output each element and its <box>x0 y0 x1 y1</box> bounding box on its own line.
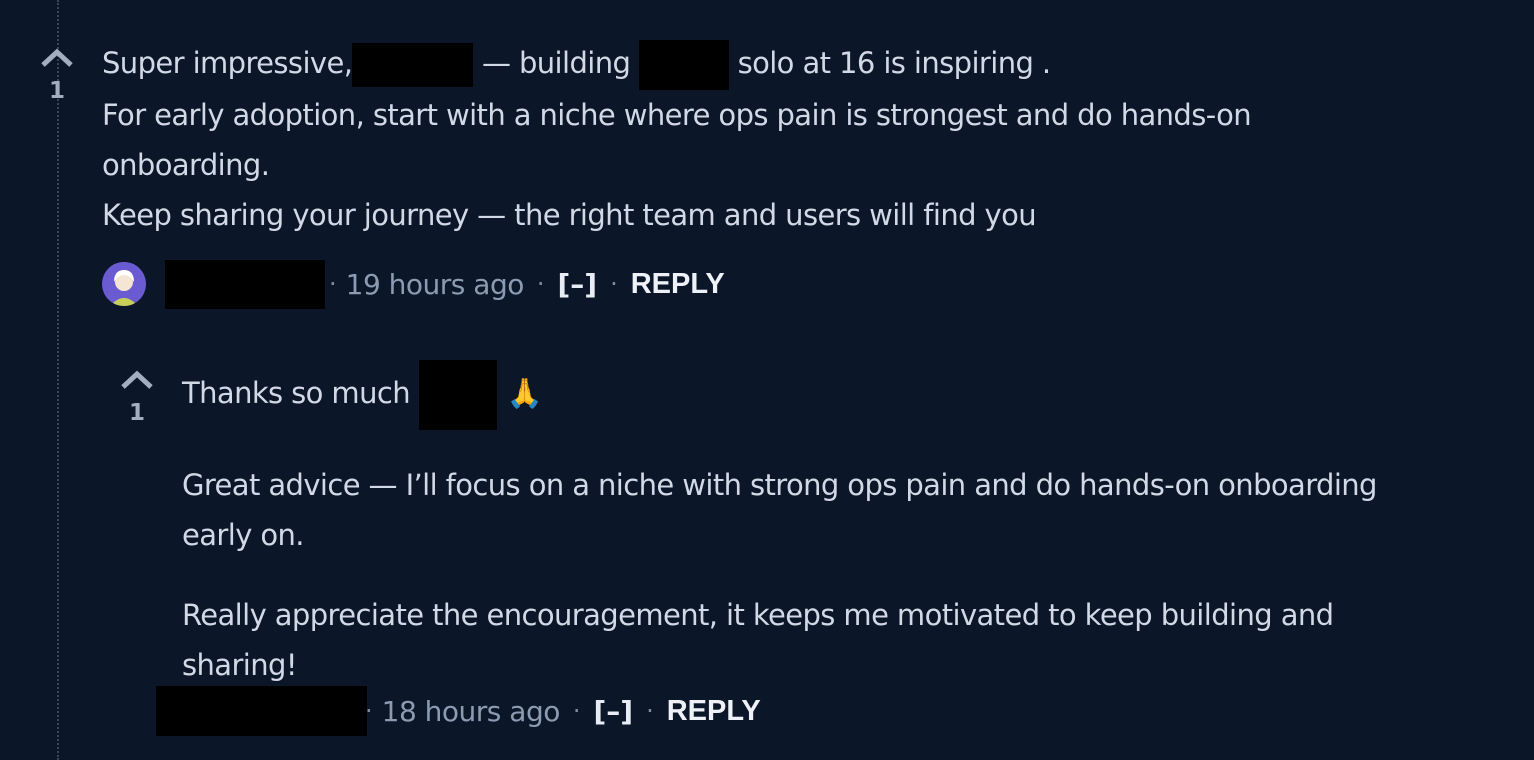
comment-line: Super impressive, — building solo at 16 … <box>102 38 1251 90</box>
comment-timestamp[interactable]: 19 hours ago <box>346 268 525 301</box>
comment-parent: 1 Super impressive, — building solo at 1… <box>0 0 1534 330</box>
vote-count: 1 <box>128 400 145 426</box>
comment-reply: 1 Thanks so much 🙏 Great advice — I’ll f… <box>0 330 1534 760</box>
reply-button[interactable]: REPLY <box>631 268 725 301</box>
comment-line: For early adoption, start with a niche w… <box>102 98 1252 132</box>
comment-line: Really appreciate the encouragement, it … <box>182 598 1334 632</box>
upvote-arrow-icon[interactable] <box>120 370 154 390</box>
comment-text: — building <box>473 46 639 80</box>
comment-text: Thanks so much <box>182 376 419 410</box>
collapse-toggle[interactable]: [–] <box>558 268 598 301</box>
vote-count: 1 <box>48 78 65 104</box>
comment-timestamp[interactable]: 18 hours ago <box>382 695 561 728</box>
comment-text: solo at 16 is inspiring . <box>728 46 1052 80</box>
comment-body: Super impressive, — building solo at 16 … <box>102 38 1252 240</box>
praying-hands-emoji-icon: 🙏 <box>506 376 543 410</box>
vote-column: 1 <box>37 48 77 104</box>
comment-line: onboarding. <box>102 148 270 182</box>
comment-meta: · 18 hours ago · [–] · REPLY <box>156 686 761 736</box>
comment-meta: · 19 hours ago · [–] · REPLY <box>102 259 725 309</box>
upvote-arrow-icon[interactable] <box>40 48 74 68</box>
separator-dot: · <box>536 270 545 298</box>
comment-body: Thanks so much 🙏 Great advice — I’ll foc… <box>182 360 1377 690</box>
user-avatar-icon[interactable] <box>102 262 146 306</box>
redacted-author-name[interactable] <box>156 686 367 736</box>
redacted-username <box>418 360 497 430</box>
separator-dot: · <box>572 697 581 725</box>
redacted-username <box>352 43 474 87</box>
separator-dot: · <box>329 270 337 298</box>
comment-line: sharing! <box>182 648 297 682</box>
separator-dot: · <box>646 697 654 725</box>
separator-dot: · <box>610 270 618 298</box>
redacted-product-name <box>638 40 729 90</box>
comment-line: early on. <box>182 518 305 552</box>
comment-text: Super impressive, <box>102 46 353 80</box>
separator-dot: · <box>365 697 373 725</box>
comment-line: Keep sharing your journey — the right te… <box>102 198 1037 232</box>
redacted-author-name[interactable] <box>165 259 325 309</box>
vote-column: 1 <box>117 370 157 426</box>
comment-line: Thanks so much 🙏 <box>182 360 1377 430</box>
reply-button[interactable]: REPLY <box>667 695 761 728</box>
comment-line: Great advice — I’ll focus on a niche wit… <box>182 468 1377 502</box>
collapse-toggle[interactable]: [–] <box>594 695 634 728</box>
